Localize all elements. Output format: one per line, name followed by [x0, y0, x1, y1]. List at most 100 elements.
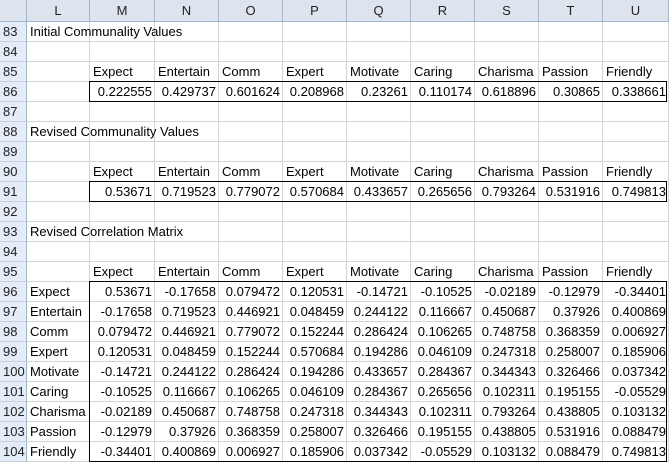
matrix-cell[interactable]: 0.116667	[411, 302, 475, 322]
matrix-cell[interactable]: 0.244122	[347, 302, 411, 322]
matrix-cell[interactable]: 0.748758	[219, 402, 283, 422]
initial-communality-cell[interactable]: 0.208968	[283, 82, 347, 102]
revised-communality-cell[interactable]: 0.779072	[219, 182, 283, 202]
row-header-90[interactable]: 90	[0, 162, 27, 182]
matrix-cell[interactable]: -0.17658	[155, 282, 219, 302]
revised-communality-cell[interactable]: 0.531916	[539, 182, 603, 202]
matrix-cell[interactable]: 0.037342	[347, 442, 411, 462]
matrix-cell[interactable]: 0.244122	[155, 362, 219, 382]
matrix-cell[interactable]: 0.046109	[283, 382, 347, 402]
variable-header-cell[interactable]: Entertain	[155, 62, 219, 82]
row-header-99[interactable]: 99	[0, 342, 27, 362]
matrix-cell[interactable]: 0.195155	[539, 382, 603, 402]
matrix-cell[interactable]: 0.438805	[475, 422, 539, 442]
matrix-cell[interactable]: 0.120531	[283, 282, 347, 302]
revised-communality-cell[interactable]: 0.265656	[411, 182, 475, 202]
variable-header-cell[interactable]: Expect	[90, 262, 155, 282]
section-title-initial[interactable]: Initial Communality Values	[27, 22, 182, 42]
matrix-cell[interactable]: 0.284367	[411, 362, 475, 382]
matrix-cell[interactable]: 0.088479	[539, 442, 603, 462]
matrix-row-label[interactable]: Expect	[27, 282, 90, 302]
matrix-cell[interactable]: 0.719523	[155, 302, 219, 322]
matrix-cell[interactable]: 0.194286	[347, 342, 411, 362]
row-header-100[interactable]: 100	[0, 362, 27, 382]
matrix-cell[interactable]: 0.570684	[283, 342, 347, 362]
matrix-cell[interactable]: 0.531916	[539, 422, 603, 442]
variable-header-cell[interactable]: Comm	[219, 62, 283, 82]
matrix-cell[interactable]: 0.185906	[603, 342, 669, 362]
matrix-cell[interactable]: 0.400869	[155, 442, 219, 462]
row-header-83[interactable]: 83	[0, 22, 27, 42]
row-header-85[interactable]: 85	[0, 62, 27, 82]
row-header-104[interactable]: 104	[0, 442, 27, 462]
matrix-cell[interactable]: 0.53671	[90, 282, 155, 302]
column-header-o[interactable]: O	[219, 0, 283, 21]
matrix-cell[interactable]: -0.34401	[603, 282, 669, 302]
variable-header-cell[interactable]: Comm	[219, 162, 283, 182]
revised-communality-cell[interactable]: 0.53671	[90, 182, 155, 202]
matrix-cell[interactable]: -0.02189	[475, 282, 539, 302]
matrix-cell[interactable]: 0.195155	[411, 422, 475, 442]
column-header-s[interactable]: S	[475, 0, 539, 21]
initial-communality-cell[interactable]: 0.601624	[219, 82, 283, 102]
row-header-94[interactable]: 94	[0, 242, 27, 262]
variable-header-cell[interactable]: Caring	[411, 162, 475, 182]
column-header-t[interactable]: T	[539, 0, 603, 21]
row-header-89[interactable]: 89	[0, 142, 27, 162]
variable-header-cell[interactable]: Caring	[411, 262, 475, 282]
matrix-row-label[interactable]: Passion	[27, 422, 90, 442]
spreadsheet-grid[interactable]: LMNOPQRSTU 83 84 85 86 87 88 89 90 91 92 93 94 95 96 9…	[0, 0, 669, 463]
variable-header-cell[interactable]: Expert	[283, 162, 347, 182]
variable-header-cell[interactable]: Charisma	[475, 162, 539, 182]
column-header-n[interactable]: N	[155, 0, 219, 21]
variable-header-cell[interactable]: Expert	[283, 262, 347, 282]
matrix-cell[interactable]: 0.748758	[475, 322, 539, 342]
matrix-cell[interactable]: -0.12979	[90, 422, 155, 442]
initial-communality-cell[interactable]: 0.429737	[155, 82, 219, 102]
variable-header-cell[interactable]: Friendly	[603, 262, 669, 282]
matrix-cell[interactable]: 0.152244	[283, 322, 347, 342]
matrix-cell[interactable]: 0.265656	[411, 382, 475, 402]
column-header-r[interactable]: R	[411, 0, 475, 21]
matrix-cell[interactable]: 0.326466	[347, 422, 411, 442]
matrix-cell[interactable]: 0.103132	[475, 442, 539, 462]
matrix-cell[interactable]: 0.088479	[603, 422, 669, 442]
row-header-102[interactable]: 102	[0, 402, 27, 422]
matrix-cell[interactable]: 0.258007	[539, 342, 603, 362]
row-header-88[interactable]: 88	[0, 122, 27, 142]
revised-communality-cell[interactable]: 0.749813	[603, 182, 669, 202]
variable-header-cell[interactable]: Friendly	[603, 62, 669, 82]
revised-communality-cell[interactable]: 0.719523	[155, 182, 219, 202]
matrix-cell[interactable]: 0.048459	[283, 302, 347, 322]
matrix-cell[interactable]: -0.17658	[90, 302, 155, 322]
matrix-cell[interactable]: 0.368359	[539, 322, 603, 342]
matrix-cell[interactable]: 0.006927	[219, 442, 283, 462]
matrix-row-label[interactable]: Expert	[27, 342, 90, 362]
matrix-cell[interactable]: -0.02189	[90, 402, 155, 422]
matrix-row-label[interactable]: Friendly	[27, 442, 90, 462]
matrix-cell[interactable]: 0.258007	[283, 422, 347, 442]
matrix-cell[interactable]: -0.14721	[90, 362, 155, 382]
column-header-l[interactable]: L	[27, 0, 90, 21]
matrix-cell[interactable]: 0.247318	[283, 402, 347, 422]
variable-header-cell[interactable]: Passion	[539, 162, 603, 182]
matrix-cell[interactable]: 0.079472	[90, 322, 155, 342]
section-title-revised[interactable]: Revised Communality Values	[27, 122, 199, 142]
matrix-row-label[interactable]: Caring	[27, 382, 90, 402]
matrix-cell[interactable]: 0.102311	[475, 382, 539, 402]
matrix-cell[interactable]: 0.286424	[219, 362, 283, 382]
variable-header-cell[interactable]: Caring	[411, 62, 475, 82]
matrix-cell[interactable]: 0.037342	[603, 362, 669, 382]
variable-header-cell[interactable]: Motivate	[347, 162, 411, 182]
revised-communality-cell[interactable]: 0.793264	[475, 182, 539, 202]
variable-header-cell[interactable]: Motivate	[347, 262, 411, 282]
row-header-91[interactable]: 91	[0, 182, 27, 202]
matrix-cell[interactable]: 0.37926	[539, 302, 603, 322]
matrix-cell[interactable]: 0.446921	[219, 302, 283, 322]
row-header-96[interactable]: 96	[0, 282, 27, 302]
matrix-cell[interactable]: 0.079472	[219, 282, 283, 302]
column-header-m[interactable]: M	[90, 0, 155, 21]
matrix-cell[interactable]: 0.102311	[411, 402, 475, 422]
matrix-cell[interactable]: 0.433657	[347, 362, 411, 382]
matrix-cell[interactable]: 0.185906	[283, 442, 347, 462]
